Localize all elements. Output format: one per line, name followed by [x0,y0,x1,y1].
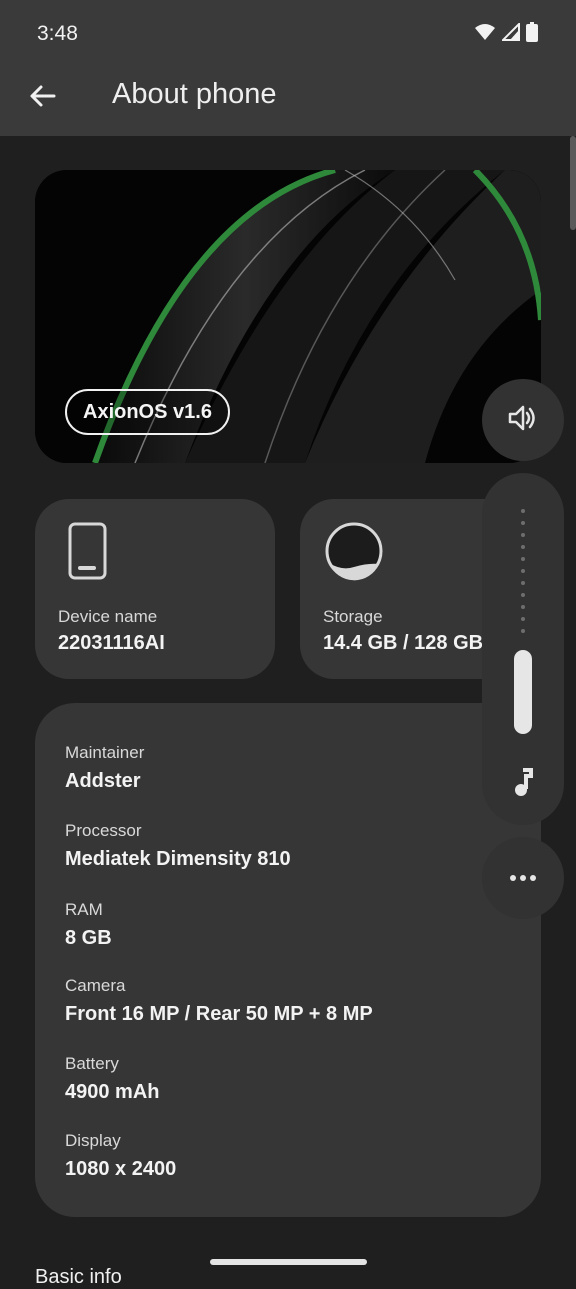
wifi-icon [474,23,496,46]
volume-icon [508,404,538,437]
volume-more-button[interactable] [482,837,564,919]
info-maintainer[interactable]: Maintainer Addster [65,743,144,793]
section-header-basic-info: Basic info [35,1266,122,1288]
status-icons [474,21,538,47]
info-value: 1080 x 2400 [65,1158,177,1180]
page-title: About phone [112,78,277,110]
info-value: 8 GB [65,927,112,949]
info-value: 4900 mAh [65,1081,160,1103]
volume-thumb[interactable] [514,650,532,734]
os-banner: AxionOS v1.6 [35,170,541,463]
music-note-icon [509,767,537,797]
info-label: Display [65,1131,121,1150]
volume-speaker-button[interactable] [482,379,564,461]
info-value: Front 16 MP / Rear 50 MP + 8 MP [65,1003,373,1025]
info-label: RAM [65,900,103,919]
gesture-nav-bar[interactable] [210,1259,367,1265]
status-bar: 3:48 [0,0,576,70]
info-label: Battery [65,1054,119,1073]
battery-icon [526,22,538,47]
info-label: Maintainer [65,743,145,762]
storage-gauge-icon [324,521,384,586]
device-name-value: 22031116AI [58,632,165,654]
info-label: Processor [65,821,142,840]
info-camera[interactable]: Camera Front 16 MP / Rear 50 MP + 8 MP [65,976,373,1026]
device-name-card[interactable]: Device name 22031116AI [35,499,275,679]
volume-slider[interactable] [482,473,564,825]
device-name-label: Device name [58,607,158,626]
storage-label: Storage [323,607,383,626]
status-time: 3:48 [37,22,78,45]
app-bar: About phone [0,70,576,136]
arrow-back-icon [28,84,56,113]
info-battery[interactable]: Battery 4900 mAh [65,1054,160,1104]
cellular-icon [500,21,520,46]
info-ram[interactable]: RAM 8 GB [65,900,112,950]
info-value: Addster [65,770,141,792]
volume-track [521,509,525,641]
storage-value: 14.4 GB / 128 GB [323,632,484,654]
info-label: Camera [65,976,126,995]
scrollbar[interactable] [570,136,576,230]
phone-icon [59,521,117,586]
info-display[interactable]: Display 1080 x 2400 [65,1131,176,1181]
info-processor[interactable]: Processor Mediatek Dimensity 810 [65,821,291,871]
back-button[interactable] [20,76,64,120]
os-version-chip: AxionOS v1.6 [65,389,230,435]
hardware-info-card: Maintainer Addster Processor Mediatek Di… [35,703,541,1217]
info-value: Mediatek Dimensity 810 [65,848,291,870]
more-horizontal-icon [509,869,537,887]
